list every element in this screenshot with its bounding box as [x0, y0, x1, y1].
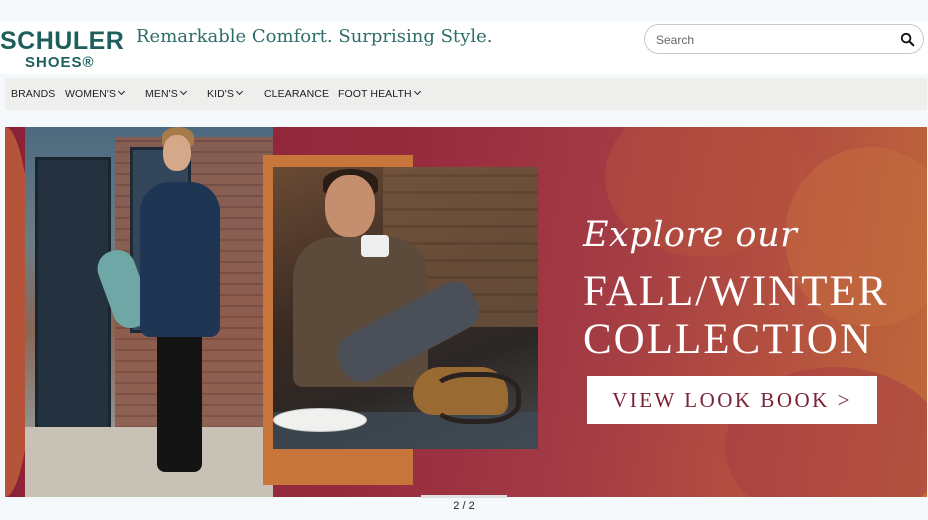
- woman-walking-photo: [25, 127, 273, 497]
- hero-line-collection: COLLECTION: [583, 316, 873, 363]
- hero-banner[interactable]: Explore our FALL/WINTER COLLECTION VIEW …: [5, 127, 927, 497]
- search-input[interactable]: [656, 31, 886, 49]
- nav-item-label: MEN'S: [145, 88, 178, 100]
- nav-item-label: FOOT HEALTH: [338, 88, 412, 100]
- nav-item-label: CLEARANCE: [264, 88, 330, 100]
- carousel-indicator[interactable]: [421, 495, 507, 498]
- search-box: [644, 24, 924, 54]
- search-icon[interactable]: [900, 32, 915, 47]
- sidewalk: [25, 427, 273, 497]
- chevron-down-icon: [235, 87, 244, 96]
- main-nav: BRANDS WOMEN'S MEN'S KID'S CLEARANCE FOO…: [5, 78, 927, 110]
- man-head: [325, 175, 375, 237]
- chevron-down-icon: [118, 87, 126, 96]
- chevron-down-icon: [179, 87, 187, 96]
- nav-item-womens[interactable]: WOMEN'S: [65, 78, 126, 110]
- nav-item-mens[interactable]: MEN'S: [145, 78, 187, 110]
- man-coffee-photo: [273, 167, 538, 449]
- nav-item-label: WOMEN'S: [65, 88, 117, 100]
- nav-item-clearance[interactable]: CLEARANCE: [264, 78, 329, 110]
- woman-legs: [157, 327, 202, 472]
- view-look-book-button[interactable]: VIEW LOOK BOOK >: [587, 376, 877, 424]
- hero-line-fall-winter: FALL/WINTER: [583, 268, 889, 315]
- boot-sole: [431, 372, 521, 424]
- logo-subtitle: SHOES®: [25, 54, 95, 71]
- saucer-plate: [273, 408, 367, 432]
- nav-item-foot-health[interactable]: FOOT HEALTH: [338, 78, 421, 110]
- hero-line-explore: Explore our: [583, 215, 798, 255]
- nav-item-kids[interactable]: KID'S: [207, 78, 244, 110]
- storefront-window: [35, 157, 111, 433]
- woman-coat: [140, 182, 220, 337]
- nav-item-label: BRANDS: [11, 88, 56, 100]
- site-header: SCHULER SHOES® Remarkable Comfort. Surpr…: [0, 22, 928, 74]
- nav-item-brands[interactable]: BRANDS: [11, 78, 55, 110]
- logo-wordmark: SCHULER: [0, 27, 125, 55]
- nav-item-label: KID'S: [207, 88, 235, 100]
- slide-counter: 2 / 2: [453, 500, 475, 512]
- woman-head: [163, 135, 191, 171]
- chevron-down-icon: [413, 87, 421, 96]
- site-tagline: Remarkable Comfort. Surprising Style.: [136, 26, 493, 47]
- coffee-mug: [361, 235, 389, 257]
